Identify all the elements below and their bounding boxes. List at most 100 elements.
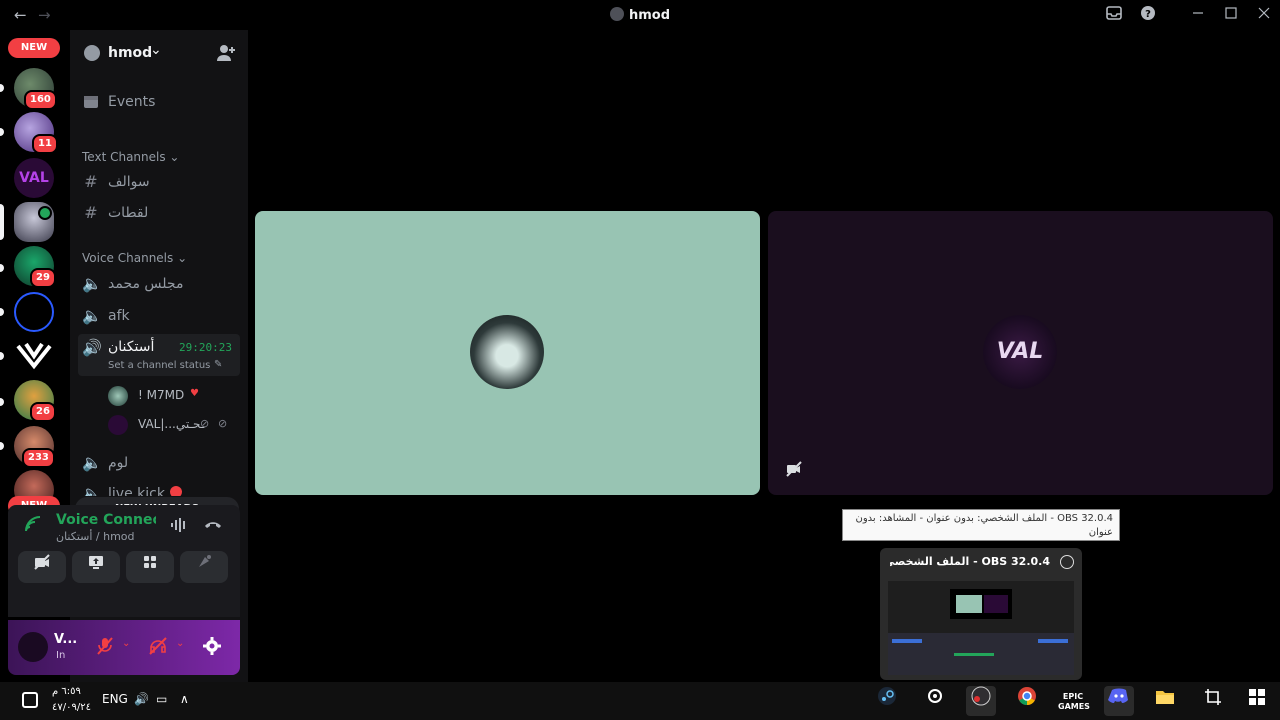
settings-gear-icon[interactable]: [202, 636, 222, 660]
avatar: [108, 386, 128, 406]
preview-title: OBS 32.0.4 - الملف الشخصي: بدو...: [890, 555, 1050, 568]
preview-image: [888, 581, 1074, 675]
text-channel-2[interactable]: # لقطات: [78, 199, 240, 229]
soundboard-button[interactable]: [180, 551, 228, 583]
unread-pill: [0, 352, 4, 360]
events-item[interactable]: Events: [78, 88, 240, 118]
voice-connected-panel: Voice Connected أستكنان / hmod: [8, 505, 240, 617]
avatar[interactable]: [18, 632, 48, 662]
user-status: In: [56, 650, 66, 661]
obs-taskbar-icon[interactable]: [966, 686, 996, 716]
mention-badge: 29: [30, 268, 56, 288]
steelseries-icon[interactable]: [920, 686, 950, 716]
taskbar-window-preview[interactable]: OBS 32.0.4 - الملف الشخصي: بدو...: [880, 548, 1082, 680]
category-voice-channels[interactable]: Voice Channels ⌄: [82, 251, 187, 265]
new-servers-pill[interactable]: NEW: [8, 38, 60, 58]
voice-channel-4[interactable]: 🔈 لوم: [78, 449, 240, 479]
guild-header[interactable]: hmod ⌄: [70, 30, 248, 78]
chevron-down-icon: ⌄: [150, 42, 162, 58]
unread-pill: [0, 308, 4, 316]
gear-badge-icon: [84, 45, 100, 61]
screen-share-button[interactable]: [72, 551, 120, 583]
window-title: hmod: [0, 7, 1280, 23]
svg-text:?: ?: [1145, 9, 1151, 20]
mention-badge: 26: [30, 402, 56, 422]
chevron-down-icon[interactable]: ⌄: [122, 638, 130, 649]
noise-suppression-icon[interactable]: [170, 517, 188, 537]
inbox-icon[interactable]: [1104, 5, 1124, 25]
chrome-icon[interactable]: [1012, 686, 1042, 716]
server-icon-6[interactable]: [14, 292, 54, 332]
camera-off-button[interactable]: [18, 551, 66, 583]
speaker-icon: 🔈: [82, 274, 102, 293]
signal-icon[interactable]: [24, 515, 42, 537]
deafened-icon: ⊘: [200, 417, 210, 430]
guild-name: hmod: [108, 45, 153, 61]
chevron-up-icon[interactable]: ∧: [180, 692, 189, 706]
snipping-tool-icon[interactable]: [1198, 686, 1228, 716]
camera-off-icon: ⊘: [218, 417, 228, 430]
discord-taskbar-icon[interactable]: [1104, 686, 1134, 716]
voice-channel-1[interactable]: 🔈 مجلس محمد: [78, 270, 240, 300]
live-dot-icon: [170, 486, 182, 496]
disconnect-icon[interactable]: [204, 517, 222, 537]
voice-channel-5[interactable]: 🔈 live kick: [78, 480, 240, 496]
mention-badge: 160: [24, 90, 57, 110]
maximize-icon[interactable]: [1221, 5, 1241, 25]
voice-timer: 29:20:23: [179, 341, 232, 354]
unread-pill: [0, 398, 4, 406]
voice-status-subtitle[interactable]: أستكنان / hmod: [56, 530, 135, 543]
taskbar-tooltip: OBS 32.0.4 - الملف الشخصي: بدون عنوان - …: [842, 509, 1120, 541]
participant-avatar: [470, 315, 544, 389]
chevron-down-icon[interactable]: ⌄: [176, 638, 184, 649]
volume-icon[interactable]: 🔊: [134, 692, 149, 706]
deafen-icon[interactable]: [148, 636, 168, 660]
unread-pill: [0, 264, 4, 272]
activities-button[interactable]: [126, 551, 174, 583]
avatar: [108, 415, 128, 435]
unread-pill: [0, 128, 4, 136]
speaker-icon: 🔈: [82, 306, 102, 325]
server-icon-7[interactable]: [14, 336, 54, 376]
voice-channel-active[interactable]: 🔊 أستكنان 29:20:23 Set a channel status …: [78, 334, 240, 376]
server-icon: [609, 7, 624, 21]
server-icon-val[interactable]: VAL: [14, 158, 54, 198]
file-explorer-icon[interactable]: [1150, 686, 1180, 716]
username[interactable]: V...: [54, 632, 77, 647]
mention-badge: 11: [32, 134, 58, 154]
pencil-icon: ✎: [214, 359, 223, 370]
unread-pill: [0, 84, 4, 92]
clock-date[interactable]: ٤٧/٠٩/٢٤: [52, 702, 91, 713]
help-icon[interactable]: ?: [1138, 5, 1158, 25]
windows-start-icon[interactable]: [1242, 686, 1272, 716]
os-taskbar: ٦:٥٩ م ٤٧/٠٩/٢٤ ENG 🔊 ▭ ∧ EPIC GAMES: [0, 682, 1280, 720]
speaker-icon: 🔈: [82, 484, 102, 497]
mic-muted-icon[interactable]: [96, 636, 114, 660]
participant-tile-val[interactable]: VAL: [768, 211, 1273, 495]
language-indicator[interactable]: ENG: [102, 692, 128, 706]
speaker-active-icon: 🔊: [82, 338, 102, 357]
user-panel: V... In ⌄ ⌄: [8, 620, 240, 675]
steam-icon[interactable]: [872, 686, 902, 716]
unread-pill: [0, 442, 4, 450]
minimize-icon[interactable]: [1188, 5, 1208, 25]
title-bar: ← → hmod ?: [0, 0, 1280, 30]
text-channel-1[interactable]: # سوالف: [78, 168, 240, 198]
epic-games-icon[interactable]: EPIC GAMES: [1058, 686, 1090, 716]
network-icon[interactable]: ▭: [156, 692, 167, 706]
category-text-channels[interactable]: Text Channels ⌄: [82, 150, 179, 164]
voice-channel-2[interactable]: 🔈 afk: [78, 302, 240, 332]
speaker-icon: 🔈: [82, 453, 102, 472]
add-friend-icon[interactable]: [216, 43, 236, 67]
hashtag-icon: #: [84, 172, 98, 191]
voice-status-title[interactable]: Voice Connected: [56, 512, 156, 528]
notification-center-icon[interactable]: [22, 692, 38, 708]
clock-time[interactable]: ٦:٥٩ م: [52, 686, 81, 697]
hashtag-icon: #: [84, 203, 98, 222]
participant-tile-m7md[interactable]: [255, 211, 760, 495]
close-icon[interactable]: [1254, 5, 1274, 25]
participant-avatar: VAL: [983, 315, 1057, 389]
voice-active-icon: [38, 206, 52, 220]
channel-status-input[interactable]: Set a channel status: [108, 360, 210, 371]
voice-stage: VAL: [248, 30, 1280, 682]
